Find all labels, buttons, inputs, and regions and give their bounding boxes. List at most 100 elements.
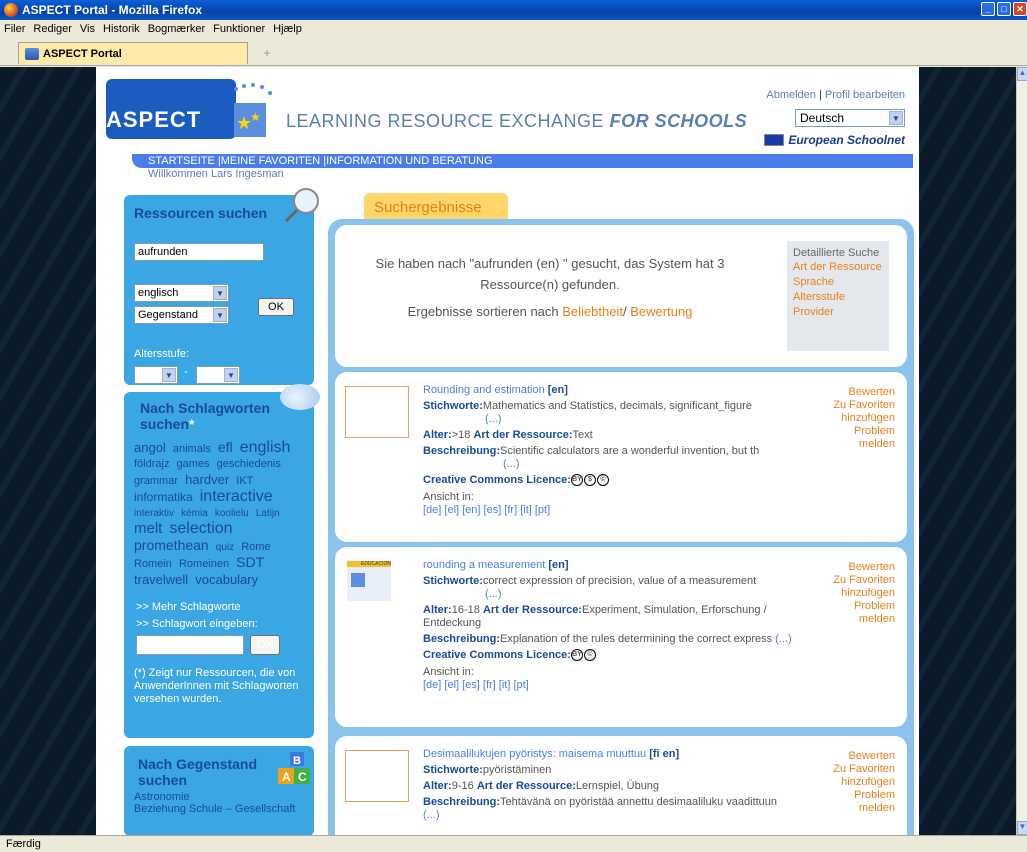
advanced-link-age[interactable]: Altersstufe (793, 290, 883, 304)
tag-link[interactable]: Romeinen (179, 558, 229, 570)
tag-link[interactable]: Rome (241, 541, 270, 553)
sort-rating-link[interactable]: Bewertung (630, 304, 692, 319)
tag-link[interactable]: english (240, 439, 291, 456)
more-link[interactable]: (...) (423, 588, 793, 601)
tag-link[interactable]: interactive (200, 488, 273, 505)
result-body: rounding a measurement [en] Stichworte:c… (423, 559, 793, 692)
tag-link[interactable]: animals (173, 443, 211, 455)
result-age-type: Alter:9-16 Art der Ressource:Lernspiel, … (423, 780, 793, 793)
result-title[interactable]: rounding a measurement [en] (423, 559, 793, 572)
rate-link[interactable]: Bewerten (825, 386, 895, 399)
close-button[interactable]: ✕ (1013, 2, 1027, 16)
enter-tag-link[interactable]: >> Schlagwort eingeben: (136, 618, 304, 630)
age-from-select[interactable]: ▼ (134, 366, 178, 384)
result-thumbnail[interactable]: EDUCACION (347, 561, 391, 601)
tag-link[interactable]: interaktiv (134, 508, 174, 519)
rate-link[interactable]: Bewerten (825, 750, 895, 763)
scroll-up-icon[interactable]: ▲ (1017, 67, 1027, 81)
age-to-select[interactable]: ▼ (196, 366, 240, 384)
tag-link[interactable]: selection (169, 520, 232, 537)
language-filter[interactable]: englisch ▼ (134, 284, 229, 302)
tag-link[interactable]: informatika (134, 490, 193, 504)
result-thumbnail[interactable] (345, 750, 409, 802)
tag-link[interactable]: quiz (216, 542, 234, 553)
tag-input[interactable] (136, 635, 244, 655)
tag-link[interactable]: travelwell (134, 572, 188, 587)
logout-link[interactable]: Abmelden (766, 89, 816, 101)
tag-link[interactable]: kémia (181, 508, 208, 519)
menu-file[interactable]: Filer (4, 23, 25, 35)
rate-link[interactable]: Bewerten (825, 561, 895, 574)
cc-by-icon[interactable]: BY (570, 474, 583, 487)
cc-by-icon[interactable]: BY (570, 649, 583, 662)
tag-link[interactable]: efl (218, 439, 233, 455)
tag-link[interactable]: vocabulary (195, 572, 258, 587)
tag-link[interactable]: games (177, 458, 210, 470)
tag-link[interactable]: SDT (236, 554, 264, 570)
tag-link[interactable]: koolielu (215, 508, 249, 519)
menu-help[interactable]: Hjælp (273, 23, 302, 35)
tag-link[interactable]: promethean (134, 537, 209, 553)
search-input[interactable]: aufrunden (134, 243, 264, 261)
keywords-value: correct expression of precision, value o… (482, 575, 757, 587)
tag-link[interactable]: Romein (134, 558, 172, 570)
type-value: Text (572, 429, 593, 441)
field-filter[interactable]: Gegenstand ▼ (134, 306, 229, 324)
subject-item[interactable]: Beziehung Schule – Gesellschaft (134, 803, 304, 815)
result-title[interactable]: Rounding and estimation [en] (423, 384, 793, 397)
tag-link[interactable]: földrajz (134, 458, 169, 470)
main-nav[interactable]: STARTSEITE |MEINE FAVORITEN |INFORMATION… (132, 154, 913, 168)
advanced-link-type[interactable]: Art der Ressource (793, 260, 883, 274)
advanced-link-provider[interactable]: Provider (793, 305, 883, 319)
language-links[interactable]: [de] [el] [es] [fr] [it] [pt] (423, 679, 793, 692)
result-thumbnail[interactable] (345, 386, 409, 438)
cc-sa-icon[interactable]: © (583, 649, 596, 662)
more-link[interactable]: (...) (423, 458, 793, 471)
tag-link[interactable]: hardver (185, 472, 229, 487)
tag-ok-button[interactable]: OK (250, 635, 280, 655)
tab-aspect-portal[interactable]: ASPECT Portal (18, 42, 248, 64)
report-problem-link[interactable]: Problem melden (835, 789, 895, 815)
tag-link[interactable]: angol (134, 440, 166, 455)
favorite-link[interactable]: Zu Favoriten hinzufügen (825, 763, 895, 789)
partner-name: European Schoolnet (788, 133, 905, 147)
maximize-button[interactable]: □ (997, 2, 1011, 16)
more-link[interactable]: (...) (423, 809, 440, 821)
menu-view[interactable]: Vis (80, 23, 95, 35)
age-separator: - (184, 366, 188, 378)
subject-item[interactable]: Astronomie (134, 791, 304, 803)
report-problem-link[interactable]: Problem melden (835, 425, 895, 451)
age-label: Alter: (423, 429, 452, 441)
search-ok-button[interactable]: OK (258, 298, 294, 316)
result-title[interactable]: Desimaalilukujen pyöristys: maisema muut… (423, 748, 793, 761)
new-tab-button[interactable]: + (252, 46, 282, 64)
scroll-down-icon[interactable]: ▼ (1017, 821, 1027, 835)
chevron-down-icon: ▼ (889, 111, 903, 125)
favorite-link[interactable]: Zu Favoriten hinzufügen (825, 399, 895, 425)
advanced-link-language[interactable]: Sprache (793, 275, 883, 289)
profile-link[interactable]: Profil bearbeiten (825, 89, 905, 101)
menu-tools[interactable]: Funktioner (213, 23, 265, 35)
language-select[interactable]: Deutsch ▼ (795, 109, 905, 127)
minimize-button[interactable]: _ (981, 2, 995, 16)
language-links[interactable]: [de] [el] [en] [es] [fr] [it] [pt] (423, 504, 793, 517)
vertical-scrollbar[interactable]: ▲ ▼ (1016, 67, 1027, 835)
tag-link[interactable]: grammar (134, 475, 178, 487)
favorite-link[interactable]: Zu Favoriten hinzufügen (825, 574, 895, 600)
more-tags-link[interactable]: >> Mehr Schlagworte (136, 601, 304, 613)
tag-link[interactable]: IKT (236, 475, 253, 487)
cc-nc-icon[interactable]: $ (583, 474, 596, 487)
tag-link[interactable]: melt (134, 520, 162, 537)
tag-link[interactable]: Latijn (256, 508, 280, 519)
menu-history[interactable]: Historik (103, 23, 140, 35)
report-problem-link[interactable]: Problem melden (835, 600, 895, 626)
menu-edit[interactable]: Rediger (33, 23, 72, 35)
cc-sa-icon[interactable]: © (596, 474, 609, 487)
tag-cloud: angol animals efl english földrajz games… (134, 440, 304, 589)
more-link[interactable]: (...) (423, 413, 793, 426)
result-title-text: Desimaalilukujen pyöristys: maisema muut… (423, 748, 647, 760)
menu-bookmarks[interactable]: Bogmærker (148, 23, 205, 35)
sort-popularity-link[interactable]: Beliebtheit (562, 304, 623, 319)
more-link[interactable]: (...) (775, 633, 792, 645)
tag-link[interactable]: geschiedenis (217, 458, 281, 470)
